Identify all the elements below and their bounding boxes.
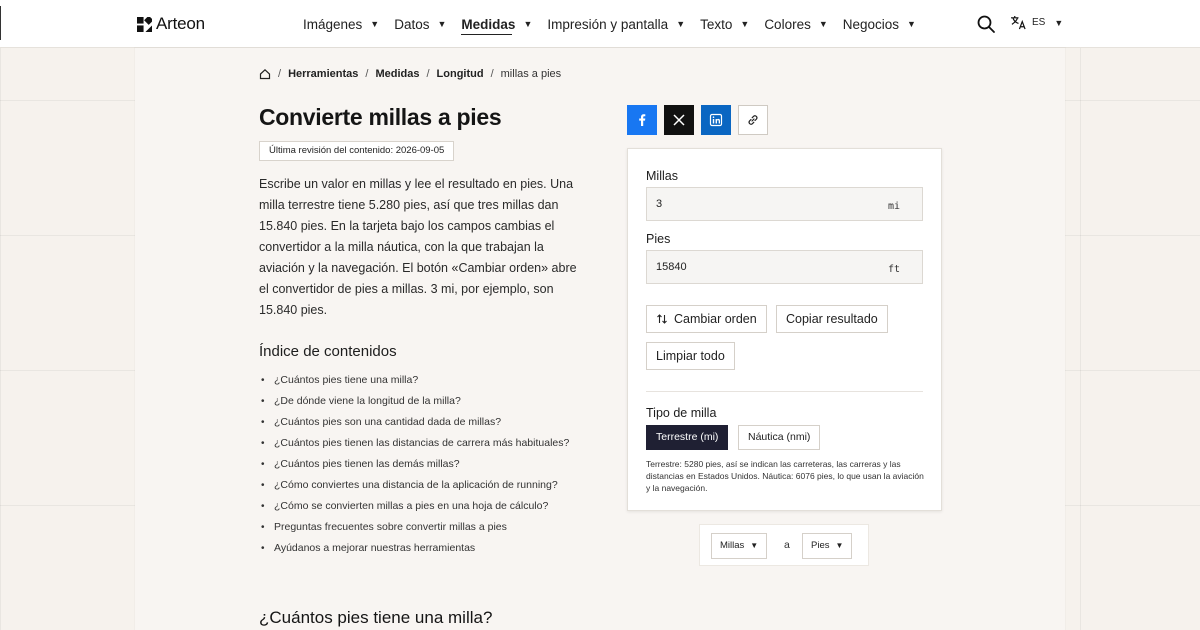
table-of-contents: ¿Cuántos pies tiene una milla? ¿De dónde… <box>259 370 569 559</box>
brand-name: Arteon <box>156 14 205 33</box>
search-button[interactable] <box>976 14 996 34</box>
to-unit-value: Pies <box>811 540 830 551</box>
nav-item-label: Negocios <box>842 16 900 32</box>
linkedin-icon <box>709 113 723 127</box>
miles-field[interactable]: mi <box>646 187 923 221</box>
nav-item-label: Medidas <box>461 16 516 32</box>
top-navigation-bar: Arteon Imágenes ▼ Datos ▼ Medidas ▼ Impr… <box>0 0 1200 48</box>
nav-item-label: Imágenes <box>303 16 363 32</box>
intro-paragraph: Escribe un valor en millas y lee el resu… <box>259 177 577 317</box>
content-card: / Herramientas / Medidas / Longitud / mi… <box>135 48 1065 630</box>
mile-type-nautica[interactable]: Náutica (nmi) <box>738 425 821 450</box>
home-icon[interactable] <box>259 68 271 80</box>
nav-item-label: Impresión y pantalla <box>547 16 669 32</box>
breadcrumb-separator: / <box>426 68 430 80</box>
breadcrumb: / Herramientas / Medidas / Longitud / mi… <box>259 68 561 80</box>
arteon-logo-icon <box>137 16 152 32</box>
breadcrumb-separator: / <box>278 68 282 80</box>
nav-item-medidas[interactable]: Medidas ▼ <box>461 0 532 48</box>
x-icon <box>673 114 685 126</box>
caret-down-icon: ▼ <box>370 19 380 29</box>
section-heading: ¿Cuántos pies tiene una milla? <box>259 608 493 627</box>
caret-down-icon: ▼ <box>907 19 916 29</box>
brand-logo[interactable]: Arteon <box>137 14 205 34</box>
toc-link[interactable]: Preguntas frecuentes sobre convertir mil… <box>259 517 569 538</box>
nav-item-label: Colores <box>764 16 811 32</box>
from-unit-value: Millas <box>720 540 745 551</box>
breadcrumb-herramientas[interactable]: Herramientas <box>288 68 358 80</box>
toc-link[interactable]: ¿Cuántos pies tiene una milla? <box>259 370 569 391</box>
caret-down-icon: ▼ <box>1054 17 1064 28</box>
breadcrumb-current: millas a pies <box>500 68 562 80</box>
toc-link[interactable]: ¿De dónde viene la longitud de la milla? <box>259 391 569 412</box>
main-nav: Imágenes ▼ Datos ▼ Medidas ▼ Impresión y… <box>303 0 931 48</box>
copy-link-button[interactable] <box>738 105 768 135</box>
mile-type-note: Terrestre: 5280 pies, así se indican las… <box>646 459 924 493</box>
copy-result-button[interactable]: Copiar resultado <box>776 305 888 333</box>
share-x-button[interactable] <box>664 105 694 135</box>
nav-item-colores[interactable]: Colores ▼ <box>764 0 827 48</box>
clear-all-button[interactable]: Limpiar todo <box>646 342 735 370</box>
caret-down-icon: ▼ <box>437 19 447 29</box>
nav-item-label: Texto <box>700 16 733 32</box>
converter-card: Millas mi Pies ft Cambiar orden Copiar r… <box>627 148 942 511</box>
breadcrumb-medidas[interactable]: Medidas <box>375 68 419 80</box>
caret-down-icon: ▼ <box>750 541 759 550</box>
from-unit-select[interactable]: Millas ▼ <box>711 533 768 559</box>
miles-input[interactable] <box>656 198 856 210</box>
copy-result-label: Copiar resultado <box>786 312 878 326</box>
translate-icon <box>1011 15 1026 30</box>
nav-item-label: Datos <box>394 16 430 32</box>
clear-all-label: Limpiar todo <box>656 349 725 363</box>
nav-item-texto[interactable]: Texto ▼ <box>700 0 749 48</box>
mile-type-terrestre[interactable]: Terrestre (mi) <box>646 425 729 450</box>
breadcrumb-separator: / <box>365 68 369 80</box>
language-selector[interactable]: ES ▼ <box>1010 15 1063 30</box>
swap-order-label: Cambiar orden <box>674 312 757 326</box>
caret-down-icon: ▼ <box>523 19 533 29</box>
miles-label: Millas <box>646 169 678 183</box>
swap-arrows-icon <box>657 314 667 324</box>
feet-input[interactable] <box>656 261 856 273</box>
caret-down-icon: ▼ <box>818 19 828 29</box>
breadcrumb-longitud[interactable]: Longitud <box>437 68 484 80</box>
feet-label: Pies <box>646 232 671 246</box>
toc-title: Índice de contenidos <box>259 343 397 360</box>
nav-item-negocios[interactable]: Negocios ▼ <box>843 0 916 48</box>
unit-connector: a <box>784 539 790 551</box>
link-icon <box>748 115 758 125</box>
nav-item-datos[interactable]: Datos ▼ <box>394 0 446 48</box>
toc-link[interactable]: ¿Cuántos pies tienen las distancias de c… <box>259 433 569 454</box>
unit-selector-bar: Millas ▼ a Pies ▼ <box>699 524 869 566</box>
share-linkedin-button[interactable] <box>701 105 731 135</box>
search-icon <box>977 15 995 33</box>
share-facebook-button[interactable] <box>627 105 657 135</box>
swap-order-button[interactable]: Cambiar orden <box>646 305 767 333</box>
miles-unit: mi <box>887 201 900 212</box>
caret-down-icon: ▼ <box>740 19 750 29</box>
caret-down-icon: ▼ <box>676 19 686 29</box>
share-buttons <box>627 105 768 135</box>
feet-unit: ft <box>887 264 900 275</box>
window-edge <box>0 6 1 40</box>
revision-badge: Última revisión del contenido: 2026-09-0… <box>259 141 455 161</box>
divider <box>646 391 923 392</box>
toc-link[interactable]: ¿Cuántos pies son una cantidad dada de m… <box>259 412 569 433</box>
nav-item-imagenes[interactable]: Imágenes ▼ <box>303 0 379 48</box>
toc-link[interactable]: ¿Cómo se convierten millas a pies en una… <box>259 496 569 517</box>
to-unit-select[interactable]: Pies ▼ <box>802 533 853 559</box>
mile-type-label: Tipo de milla <box>646 406 717 420</box>
caret-down-icon: ▼ <box>835 541 844 550</box>
facebook-icon <box>639 114 646 126</box>
breadcrumb-separator: / <box>490 68 494 80</box>
page-title: Convierte millas a pies <box>259 104 502 130</box>
toc-link[interactable]: ¿Cómo conviertes una distancia de la apl… <box>259 475 569 496</box>
nav-item-impresion[interactable]: Impresión y pantalla ▼ <box>547 0 685 48</box>
toc-link[interactable]: Ayúdanos a mejorar nuestras herramientas <box>259 538 569 559</box>
feet-field[interactable]: ft <box>646 250 923 284</box>
toc-link[interactable]: ¿Cuántos pies tienen las demás millas? <box>259 454 569 475</box>
language-code: ES <box>1032 17 1046 28</box>
